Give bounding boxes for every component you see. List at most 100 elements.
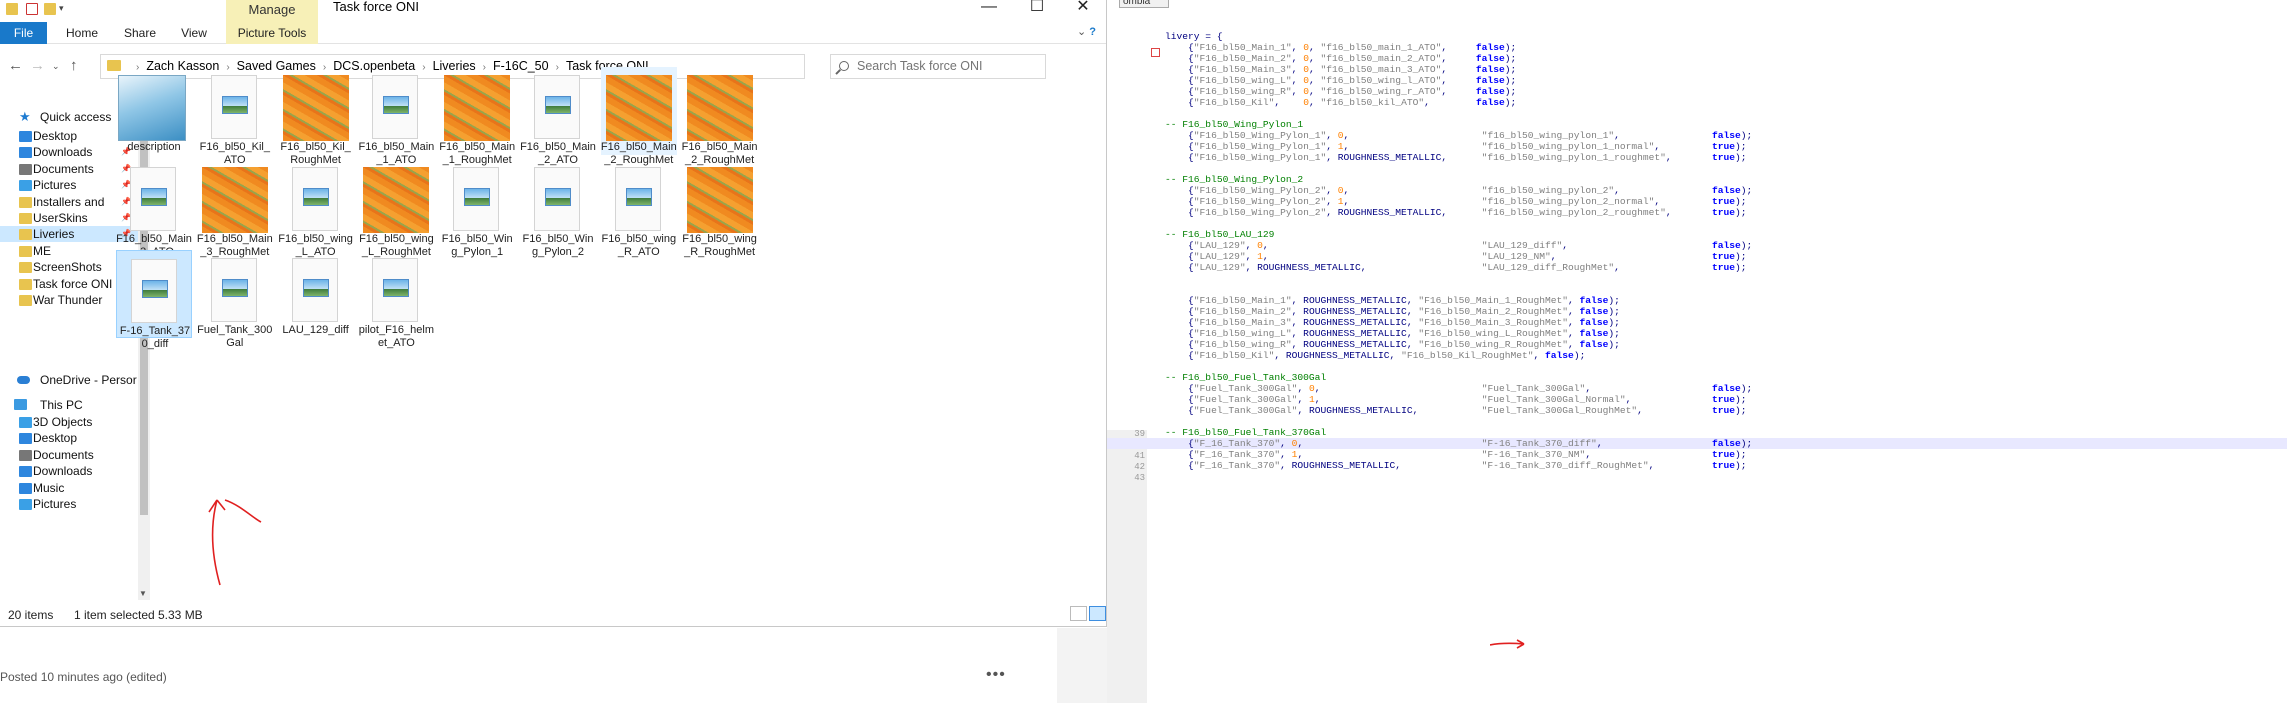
code-line[interactable] (1107, 416, 2287, 427)
search-input[interactable] (857, 59, 1042, 73)
file-item[interactable]: F16_bl50_Main_2_RoughMet (682, 67, 758, 166)
file-item[interactable]: F16_bl50_Main_1_RoughMet (439, 67, 515, 166)
search-box[interactable] (830, 54, 1046, 79)
code-line[interactable]: {"F16_bl50_Kil", ROUGHNESS_METALLIC, "F1… (1107, 350, 2287, 361)
editor-tab[interactable]: ombla (1119, 0, 1169, 8)
code-line[interactable]: -- F16_bl50_LAU_129 (1107, 229, 2287, 240)
code-line[interactable] (1107, 108, 2287, 119)
nav-this-pc[interactable]: This PC (0, 394, 138, 416)
forward-arrow-icon[interactable]: → (30, 57, 45, 74)
file-item[interactable]: F16_bl50_wing_R_ATO (601, 159, 677, 258)
file-item[interactable]: F16_bl50_Kil_RoughMet (278, 67, 354, 166)
file-item[interactable]: F16_bl50_wing_L_RoughMet (358, 159, 434, 258)
file-item[interactable]: F16_bl50_Main_1_ATO (358, 67, 434, 166)
code-line[interactable]: {"LAU_129", 1, "LAU_129_NM", true); (1107, 251, 2287, 262)
code-line[interactable]: {"F16_bl50_Kil", 0, "f16_bl50_kil_ATO", … (1107, 97, 2287, 108)
code-line[interactable] (1107, 163, 2287, 174)
code-token: "F16_bl50_Wing_Pylon_2" (1193, 207, 1327, 218)
more-options-icon[interactable]: ••• (986, 666, 1006, 684)
code-line[interactable]: {"Fuel_Tank_300Gal", 1, "Fuel_Tank_300Ga… (1107, 394, 2287, 405)
code-line[interactable]: {"F16_bl50_wing_R", 0, "f16_bl50_wing_r_… (1107, 86, 2287, 97)
sidebar-item-pc-documents[interactable]: Documents (0, 447, 138, 463)
scroll-down-icon[interactable]: ▼ (139, 589, 147, 598)
file-item[interactable]: F16_bl50_Wing_Pylon_2 (520, 159, 596, 258)
code-token: false (1579, 295, 1609, 306)
file-item[interactable]: pilot_F16_helmet_ATO (358, 250, 434, 349)
code-line[interactable]: {"F16_bl50_Wing_Pylon_1", ROUGHNESS_META… (1107, 152, 2287, 163)
file-item[interactable]: F16_bl50_wing_R_RoughMet (682, 159, 758, 258)
file-item[interactable]: LAU_129_diff (278, 250, 354, 338)
file-item[interactable]: Fuel_Tank_300Gal (197, 250, 273, 349)
tab-share[interactable]: Share (116, 22, 164, 44)
file-item[interactable]: F16_bl50_Main_2_RoughMet (600, 67, 677, 166)
code-line[interactable]: {"F16_bl50_wing_R", ROUGHNESS_METALLIC, … (1107, 339, 2287, 350)
sidebar-item-pc-music[interactable]: Music (0, 480, 138, 496)
file-item[interactable]: F16_bl50_Wing_Pylon_1 (439, 159, 515, 258)
file-item[interactable]: F16_bl50_wing_L_ATO (278, 159, 354, 258)
code-line[interactable]: -- F16_bl50_Wing_Pylon_2 (1107, 174, 2287, 185)
details-view-icon[interactable] (1070, 606, 1087, 621)
minimize-button[interactable]: — (966, 0, 1012, 18)
back-arrow-icon[interactable]: ← (8, 57, 23, 74)
code-line[interactable]: -- F16_bl50_Fuel_Tank_300Gal (1107, 372, 2287, 383)
recent-locations-chevron-icon[interactable]: ⌄ (52, 61, 60, 72)
file-icon (130, 166, 176, 231)
large-icons-view-icon[interactable] (1089, 606, 1106, 621)
expand-ribbon-chevron-icon[interactable]: ⌄ ? (1077, 25, 1096, 38)
new-folder-icon[interactable] (44, 3, 56, 15)
code-line[interactable]: {"F16_bl50_Main_1", ROUGHNESS_METALLIC, … (1107, 295, 2287, 306)
code-line[interactable]: {"F16_bl50_Wing_Pylon_2", 1, "f16_bl50_w… (1107, 196, 2287, 207)
tab-home[interactable]: Home (58, 22, 106, 44)
code-line[interactable] (1107, 361, 2287, 372)
tab-picture-tools[interactable]: Picture Tools (226, 22, 318, 44)
code-line[interactable]: -- F16_bl50_Fuel_Tank_370Gal (1107, 427, 2287, 438)
code-line[interactable] (1107, 273, 2287, 284)
file-item[interactable]: F16_bl50_Main_3_RoughMet (197, 159, 273, 258)
nav-onedrive[interactable]: OneDrive - Persor (0, 369, 138, 391)
code-token: ); (1740, 130, 1753, 141)
code-token: ); (1740, 438, 1753, 449)
properties-icon[interactable] (26, 3, 38, 15)
code-line[interactable]: {"F16_bl50_Main_3", 0, "f16_bl50_main_3_… (1107, 64, 2287, 75)
sidebar-item-pc-3d-objects[interactable]: 3D Objects (0, 414, 138, 430)
manage-tab[interactable]: Manage (226, 0, 318, 22)
code-line[interactable]: {"F16_bl50_wing_L", 0, "f16_bl50_wing_l_… (1107, 75, 2287, 86)
code-line[interactable]: {"F16_bl50_Wing_Pylon_2", 0, "f16_bl50_w… (1107, 185, 2287, 196)
code-line[interactable]: {"F16_bl50_Main_3", ROUGHNESS_METALLIC, … (1107, 317, 2287, 328)
code-line[interactable]: livery = { (1107, 31, 2287, 42)
file-item[interactable]: F16_bl50_Main_2_ATO (520, 67, 596, 166)
nav-label: Documents (33, 447, 94, 462)
code-line[interactable]: {"F_16_Tank_370", ROUGHNESS_METALLIC, "F… (1107, 460, 2287, 471)
code-line[interactable]: {"F16_bl50_wing_L", ROUGHNESS_METALLIC, … (1107, 328, 2287, 339)
file-item[interactable]: F16_bl50_Kil_ATO (197, 67, 273, 166)
customize-toolbar-icon[interactable]: ▾ (59, 3, 71, 15)
maximize-button[interactable]: ☐ (1014, 0, 1060, 18)
tab-file[interactable]: File (0, 22, 47, 44)
code-line[interactable]: {"LAU_129", ROUGHNESS_METALLIC, "LAU_129… (1107, 262, 2287, 273)
code-line[interactable]: {"Fuel_Tank_300Gal", ROUGHNESS_METALLIC,… (1107, 405, 2287, 416)
tab-view[interactable]: View (172, 22, 216, 44)
file-item[interactable]: F-16_Tank_370_diff (116, 250, 192, 350)
sidebar-item-pc-pictures[interactable]: Pictures (0, 496, 138, 512)
code-line[interactable]: {"Fuel_Tank_300Gal", 0, "Fuel_Tank_300Ga… (1107, 383, 2287, 394)
code-line[interactable]: {"F16_bl50_Main_1", 0, "f16_bl50_main_1_… (1107, 42, 2287, 53)
code-line[interactable] (1107, 284, 2287, 295)
code-line[interactable]: -- F16_bl50_Wing_Pylon_1 (1107, 119, 2287, 130)
code-line[interactable]: {"F16_bl50_Wing_Pylon_1", 0, "f16_bl50_w… (1107, 130, 2287, 141)
code-line[interactable]: {"F16_bl50_Main_2", ROUGHNESS_METALLIC, … (1107, 306, 2287, 317)
code-line[interactable]: {"F16_bl50_Wing_Pylon_1", 1, "f16_bl50_w… (1107, 141, 2287, 152)
sidebar-item-pc-downloads[interactable]: Downloads (0, 463, 138, 479)
code-line[interactable]: {"F_16_Tank_370", 1, "F-16_Tank_370_NM",… (1107, 449, 2287, 460)
sidebar-item-pc-desktop[interactable]: Desktop (0, 430, 138, 446)
code-text: -- F16_bl50_Wing_Pylon_1 (1165, 119, 1303, 130)
code-line[interactable]: {"F16_bl50_Wing_Pylon_2", ROUGHNESS_META… (1107, 207, 2287, 218)
code-line[interactable]: {"F16_bl50_Main_2", 0, "f16_bl50_main_2_… (1107, 53, 2287, 64)
code-line[interactable]: {"LAU_129", 0, "LAU_129_diff", false); (1107, 240, 2287, 251)
code-line[interactable] (1107, 218, 2287, 229)
close-button[interactable]: ✕ (1060, 0, 1106, 18)
code-token: ); (1608, 328, 1620, 339)
file-item[interactable]: description (116, 67, 192, 155)
file-item[interactable]: F16_bl50_Main_3_ATO (116, 159, 192, 258)
code-line[interactable]: {"F_16_Tank_370", 0, "F-16_Tank_370_diff… (1107, 438, 2287, 449)
up-arrow-icon[interactable]: ↑ (70, 57, 78, 74)
